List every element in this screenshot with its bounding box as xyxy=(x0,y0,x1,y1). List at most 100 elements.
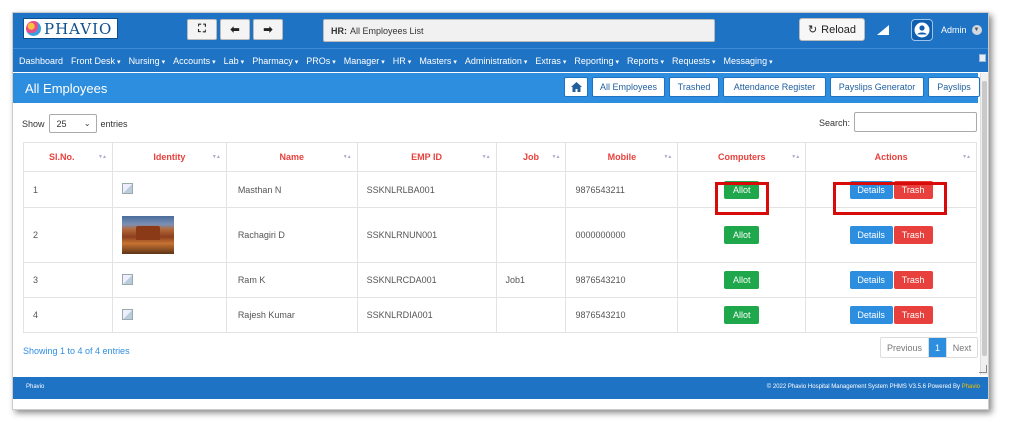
footer-powered-by-link[interactable]: Phavio xyxy=(962,384,980,390)
allot-button[interactable]: Allot xyxy=(724,271,760,289)
menu-item-extras[interactable]: Extras ▾ xyxy=(535,56,566,66)
user-name: Admin xyxy=(941,24,967,35)
vertical-scrollbar[interactable] xyxy=(980,73,988,375)
column-header-job[interactable]: Job ▼▲ xyxy=(495,142,567,172)
menu-item-reports[interactable]: Reports ▾ xyxy=(627,56,664,66)
column-header-actions[interactable]: Actions ▼▲ xyxy=(805,142,977,172)
resize-handle-icon[interactable] xyxy=(979,365,987,373)
entries-select[interactable]: 25 ⌄ xyxy=(48,114,97,133)
payslips-button[interactable]: Payslips xyxy=(928,77,980,97)
menu-item-pros[interactable]: PROs ▾ xyxy=(306,56,336,66)
caret-down-icon: ▾ xyxy=(523,58,528,66)
entries-label: entries xyxy=(100,118,128,129)
caret-down-icon: ▾ xyxy=(660,58,664,66)
details-button[interactable]: Details xyxy=(849,271,893,289)
menu-item-label: Accounts xyxy=(173,55,211,66)
cell-computers: Allot xyxy=(677,262,807,298)
menu-item-manager[interactable]: Manager ▾ xyxy=(344,56,385,66)
menu-item-reporting[interactable]: Reporting ▾ xyxy=(574,56,619,66)
home-button[interactable] xyxy=(564,77,588,97)
cell-sl-no: 4 xyxy=(23,297,113,333)
search-input[interactable] xyxy=(854,112,977,132)
cell-sl-no: 1 xyxy=(23,171,113,208)
caret-down-icon: ▾ xyxy=(407,58,412,66)
caret-down-icon: ▾ xyxy=(453,58,457,66)
entries-control: Show 25 ⌄ entries xyxy=(22,114,128,133)
caret-down-icon: ▾ xyxy=(332,58,336,66)
column-header-emp-id[interactable]: EMP ID ▼▲ xyxy=(356,142,497,172)
next-page-button[interactable]: Next xyxy=(946,338,977,357)
chevron-down-icon: ⌄ xyxy=(83,119,91,128)
menu-item-nursing[interactable]: Nursing ▾ xyxy=(129,56,166,66)
cell-job xyxy=(495,207,567,263)
menu-item-label: Lab xyxy=(223,55,239,66)
forward-button[interactable]: ➡ xyxy=(253,19,283,40)
menu-item-messaging[interactable]: Messaging ▾ xyxy=(724,56,773,66)
minimize-icon[interactable] xyxy=(979,54,986,62)
cell-identity xyxy=(111,207,227,263)
cell-mobile: 9876543210 xyxy=(565,262,679,298)
cell-emp-id: SSKNLRLBA001 xyxy=(356,171,497,208)
payslips-generator-button[interactable]: Payslips Generator xyxy=(830,77,924,97)
reload-button[interactable]: ↻ Reload xyxy=(799,18,865,41)
table-row: 3 Ram K SSKNLRCDA001 Job1 9876543210 Allot Det… xyxy=(23,262,977,298)
sort-icon: ▼▲ xyxy=(98,154,107,160)
column-header-name[interactable]: Name ▼▲ xyxy=(225,142,358,172)
menu-item-label: Masters xyxy=(419,55,452,66)
column-header-computers[interactable]: Computers ▼▲ xyxy=(677,142,807,172)
menu-item-front-desk[interactable]: Front Desk ▾ xyxy=(71,56,121,66)
allot-button[interactable]: Allot xyxy=(724,226,760,244)
scrollbar-thumb[interactable] xyxy=(982,81,987,356)
menu-item-requests[interactable]: Requests ▾ xyxy=(672,56,716,66)
menu-item-accounts[interactable]: Accounts ▾ xyxy=(173,56,216,66)
location-prefix: HR: xyxy=(331,25,347,36)
expand-icon: ⛶ xyxy=(198,23,206,35)
attendance-register-button[interactable]: Attendance Register xyxy=(723,77,826,97)
menu-item-label: Extras xyxy=(535,55,561,66)
allot-button[interactable]: Allot xyxy=(724,306,760,324)
cell-computers: Allot xyxy=(677,297,807,333)
broken-image-icon xyxy=(121,308,133,320)
menu-item-label: HR xyxy=(392,55,406,66)
cell-job: Job1 xyxy=(495,262,567,298)
column-header-mobile[interactable]: Mobile ▼▲ xyxy=(565,142,679,172)
trash-button[interactable]: Trash xyxy=(893,306,933,324)
all-employees-button[interactable]: All Employees xyxy=(592,77,665,97)
back-button[interactable]: ⬅ xyxy=(220,19,250,40)
previous-page-button[interactable]: Previous xyxy=(881,338,929,357)
location-text: All Employees List xyxy=(350,25,424,36)
main-menu: Dashboard Front Desk ▾ Nursing ▾ Accounts ▾ Lab… xyxy=(13,48,988,72)
trash-button[interactable]: Trash xyxy=(893,271,933,289)
broken-image-icon xyxy=(121,183,133,194)
details-button[interactable]: Details xyxy=(849,306,893,324)
menu-item-masters[interactable]: Masters ▾ xyxy=(419,56,457,66)
footer: Phavio © 2022 Phavio Hospital Management… xyxy=(13,377,988,399)
arrow-left-icon: ⬅ xyxy=(230,24,240,36)
column-header-sl-no[interactable]: Sl.No. ▼▲ xyxy=(23,142,113,172)
chevron-down-icon: ▼ xyxy=(971,24,982,35)
highlight-actions-box xyxy=(833,182,947,215)
caret-down-icon: ▾ xyxy=(712,58,716,66)
search-label: Search: xyxy=(819,118,851,128)
menu-item-lab[interactable]: Lab ▾ xyxy=(224,56,245,66)
menu-item-dashboard[interactable]: Dashboard xyxy=(19,56,63,66)
logo[interactable]: PHAVIO xyxy=(23,18,118,39)
menu-item-administration[interactable]: Administration ▾ xyxy=(465,56,528,66)
show-label: Show xyxy=(22,118,45,129)
cell-identity xyxy=(111,171,227,208)
details-button[interactable]: Details xyxy=(849,226,893,244)
entries-value: 25 xyxy=(56,118,67,129)
cell-computers: Allot xyxy=(677,207,807,263)
user-menu[interactable]: Admin ▼ xyxy=(911,15,988,44)
page-1-button[interactable]: 1 xyxy=(929,338,946,357)
trash-button[interactable]: Trash xyxy=(893,226,933,244)
menu-item-pharmacy[interactable]: Pharmacy ▾ xyxy=(252,56,298,66)
fullscreen-button[interactable]: ⛶ xyxy=(187,19,217,40)
menu-item-label: Requests xyxy=(672,55,711,66)
column-header-identity[interactable]: Identity ▼▲ xyxy=(111,142,227,172)
menu-item-hr[interactable]: HR ▾ xyxy=(393,56,412,66)
trashed-button[interactable]: Trashed xyxy=(669,77,719,97)
sort-icon: ▼▲ xyxy=(663,154,672,160)
refresh-icon: ↻ xyxy=(807,24,818,36)
sort-icon: ▼▲ xyxy=(962,154,971,160)
